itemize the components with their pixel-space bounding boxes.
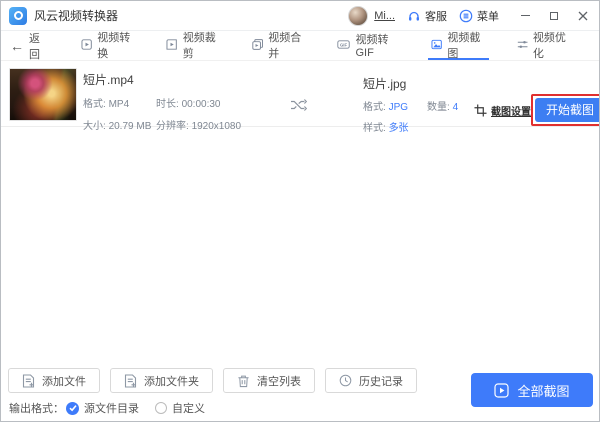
footer-actions: 添加文件 添加文件夹 清空列表 历史记录 [8, 368, 417, 393]
menu-button[interactable]: 菜单 [459, 8, 499, 24]
tab-label: 视频优化 [532, 31, 566, 60]
back-arrow-icon: ← [10, 37, 24, 54]
output-count: 数量: 4 [427, 102, 459, 113]
button-label: 历史记录 [359, 375, 403, 388]
tab-video-crop[interactable]: 视频裁剪 [163, 31, 223, 60]
button-label: 添加文件 [42, 375, 86, 388]
close-button[interactable] [577, 10, 589, 22]
tab-video-optimize[interactable]: 视频优化 [514, 31, 574, 60]
tab-video-convert[interactable]: 视频转换 [78, 31, 138, 60]
user-name-link[interactable]: Mi... [374, 10, 395, 22]
svg-text:GIF: GIF [340, 42, 347, 47]
output-style-value[interactable]: 多张 [389, 123, 409, 134]
back-button[interactable]: ← 返回 [10, 31, 46, 61]
shuffle-icon [291, 99, 308, 111]
output-style: 样式: 多张 [363, 123, 409, 134]
gif-icon: GIF [337, 40, 351, 49]
headset-icon [409, 11, 419, 21]
app-window: 风云视频转换器 Mi... 客服 菜单 ← 返回 视频转换 视频裁剪 视频合并 … [0, 0, 600, 422]
tab-video-to-gif[interactable]: GIF 视频转GIF [334, 31, 403, 60]
minimize-icon [520, 14, 530, 17]
source-file-name: 短片.mp4 [83, 73, 134, 87]
radio-unchecked-icon [155, 402, 167, 414]
clear-list-button[interactable]: 清空列表 [223, 368, 315, 393]
app-title: 风云视频转换器 [34, 9, 119, 23]
radio-custom[interactable]: 自定义 [155, 400, 205, 416]
radio-checked-icon [66, 401, 79, 415]
radio-source-directory[interactable]: 源文件目录 [66, 400, 139, 416]
tab-video-merge[interactable]: 视频合并 [249, 31, 309, 60]
source-file-info: 短片.mp4 格式: MP4 时长: 00:00:30 大小: 20.79 MB… [83, 71, 241, 132]
screenshot-settings-button[interactable]: 截图设置 [474, 103, 531, 118]
add-folder-button[interactable]: 添加文件夹 [110, 368, 213, 393]
output-format-value[interactable]: JPG [389, 102, 408, 113]
maximize-button[interactable] [548, 10, 560, 22]
output-file-info: 短片.jpg 格式: JPG 数量: 4 样式: 多张 [363, 75, 458, 140]
menu-label: 菜单 [477, 10, 499, 23]
file-row: 短片.mp4 格式: MP4 时长: 00:00:30 大小: 20.79 MB… [1, 61, 599, 134]
crop-play-icon [166, 39, 178, 50]
close-icon [578, 11, 588, 20]
screenshot-all-label: 全部截图 [517, 383, 570, 399]
play-square-icon [494, 382, 510, 398]
source-duration: 时长: 00:00:30 [156, 99, 221, 110]
button-label: 清空列表 [257, 375, 301, 388]
crop-icon [474, 104, 487, 117]
video-thumbnail [9, 68, 77, 121]
convert-arrows-button[interactable] [290, 98, 308, 117]
user-avatar[interactable] [348, 5, 369, 26]
button-label: 添加文件夹 [144, 375, 199, 388]
customer-service-button[interactable]: 客服 [407, 8, 447, 24]
radio-label: 自定义 [172, 403, 205, 415]
tab-label: 视频转换 [97, 31, 131, 60]
radio-label: 源文件目录 [84, 403, 139, 415]
menu-icon [459, 9, 473, 22]
output-file-name: 短片.jpg [363, 77, 407, 91]
annotation-highlight: 开始截图 [531, 94, 599, 126]
source-size: 大小: 20.79 MB [83, 121, 152, 132]
source-resolution: 分辨率: 1920x1080 [156, 121, 242, 132]
title-bar: 风云视频转换器 Mi... 客服 菜单 [1, 1, 599, 31]
screenshot-all-button[interactable]: 全部截图 [471, 373, 593, 407]
output-format: 格式: JPG [363, 102, 409, 113]
image-icon [431, 39, 442, 50]
back-label: 返回 [29, 32, 40, 61]
tab-label: 视频截图 [447, 31, 481, 60]
history-icon [339, 374, 352, 387]
source-format: 格式: MP4 [83, 99, 130, 110]
tab-label: 视频合并 [268, 31, 302, 60]
add-folder-icon [124, 373, 137, 388]
add-file-icon [22, 373, 35, 388]
output-format-row: 输出格式： 源文件目录 自定义 [9, 400, 221, 416]
tab-bar: ← 返回 视频转换 视频裁剪 视频合并 GIF 视频转GIF 视频截图 视频优化 [1, 31, 599, 61]
play-square-icon [81, 39, 92, 50]
trash-icon [238, 375, 249, 387]
tab-label: 视频裁剪 [182, 31, 216, 60]
start-screenshot-button[interactable]: 开始截图 [535, 98, 599, 122]
add-file-button[interactable]: 添加文件 [8, 368, 100, 393]
customer-service-label: 客服 [425, 10, 447, 23]
screenshot-settings-label: 截图设置 [491, 107, 531, 118]
file-list: 短片.mp4 格式: MP4 时长: 00:00:30 大小: 20.79 MB… [1, 61, 599, 361]
sliders-icon [517, 41, 528, 48]
minimize-button[interactable] [519, 10, 531, 22]
tab-label: 视频转GIF [355, 33, 389, 59]
output-format-label: 输出格式： [9, 403, 64, 415]
history-button[interactable]: 历史记录 [325, 368, 417, 393]
maximize-icon [550, 11, 558, 20]
app-logo-icon [9, 6, 27, 25]
merge-play-icon [252, 39, 263, 50]
output-count-value[interactable]: 4 [453, 102, 459, 113]
tab-video-screenshot[interactable]: 视频截图 [428, 31, 489, 60]
